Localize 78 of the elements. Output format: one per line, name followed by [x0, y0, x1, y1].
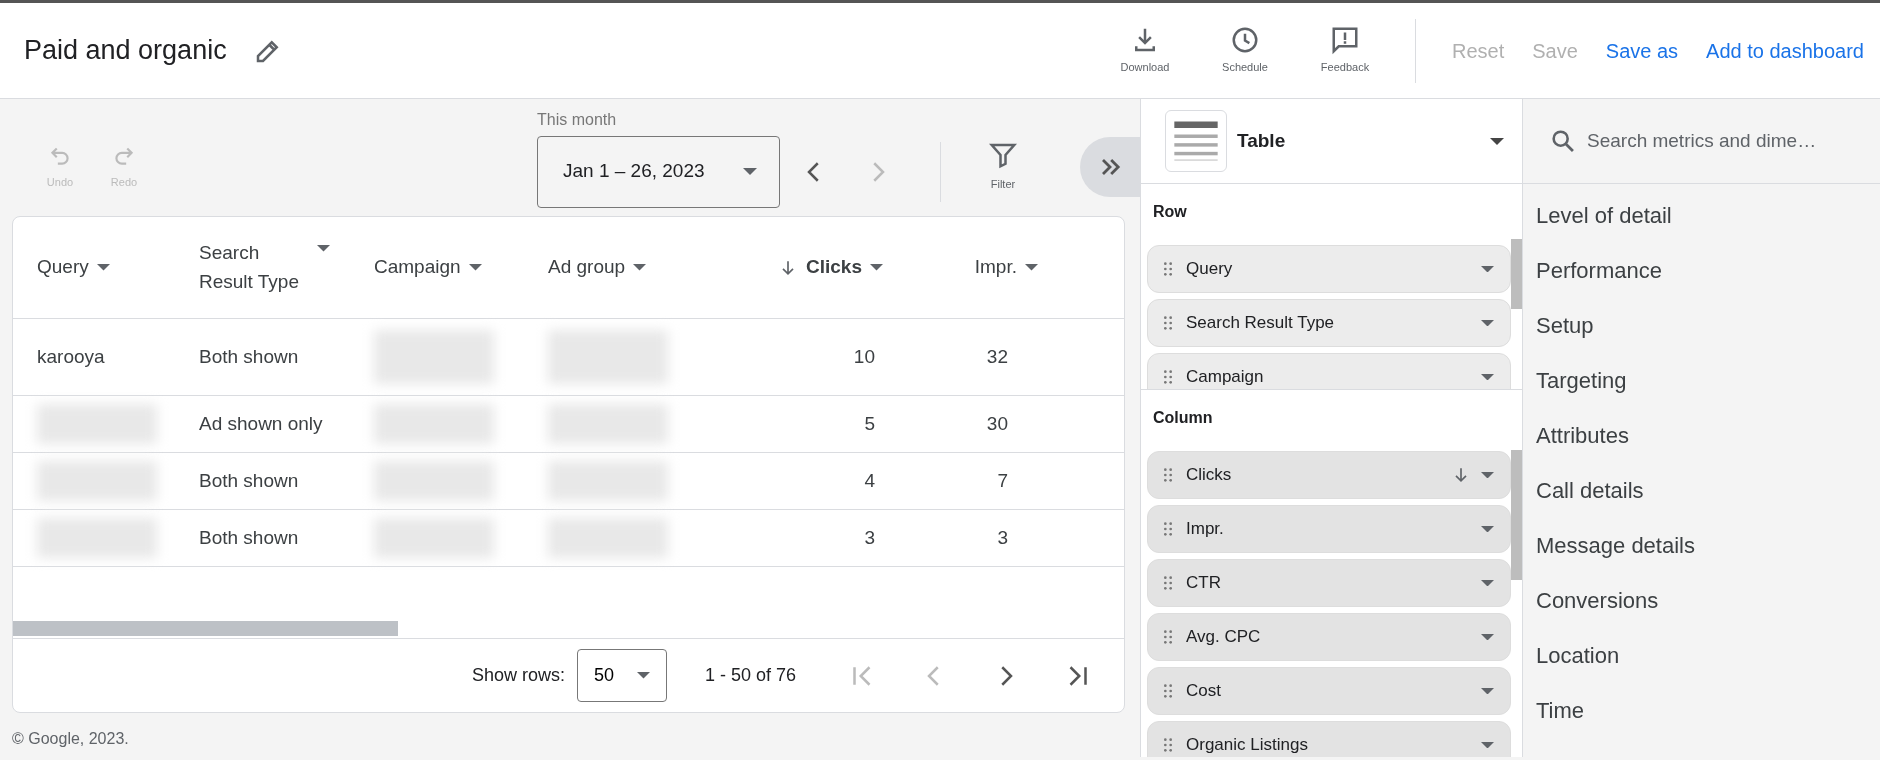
table-cell-text: Both shown — [199, 344, 300, 369]
field-chip[interactable]: Campaign — [1147, 353, 1511, 389]
table-cell-text: karooya — [37, 344, 106, 369]
caret-icon — [1481, 687, 1494, 695]
toolbar-button[interactable]: Feedback — [1295, 25, 1395, 76]
date-range-caption: This month — [537, 109, 618, 130]
category-item[interactable]: Level of detail — [1523, 188, 1880, 243]
chart-type-dropdown[interactable]: Table — [1141, 99, 1522, 184]
caret-icon — [1481, 265, 1494, 273]
category-item[interactable]: Call details — [1523, 463, 1880, 518]
toolbar-button[interactable]: Download — [1095, 25, 1195, 76]
caret-icon — [1481, 579, 1494, 587]
field-chip[interactable]: Query — [1147, 245, 1511, 293]
filter-button[interactable]: Filter — [973, 140, 1033, 193]
section-title: Column — [1152, 408, 1214, 428]
toolbar-button[interactable]: Schedule — [1195, 25, 1295, 76]
table-cell-text: 32 — [985, 344, 1009, 369]
report-title: Paid and organic — [24, 34, 227, 68]
field-chip[interactable]: CTR — [1147, 559, 1511, 607]
table-cell-text: Both shown — [199, 525, 300, 550]
table-cell-text: 5 — [863, 411, 876, 436]
field-chip[interactable]: Clicks — [1147, 451, 1511, 499]
column-header[interactable]: Impr. — [903, 253, 1058, 282]
horizontal-scrollbar[interactable] — [13, 621, 398, 636]
category-item[interactable]: Conversions — [1523, 573, 1880, 628]
dropdown-caret-icon — [317, 245, 330, 252]
column-header[interactable]: Campaign — [374, 253, 548, 282]
field-chip[interactable]: Avg. CPC — [1147, 613, 1511, 661]
category-item[interactable]: Message details — [1523, 518, 1880, 573]
show-rows-label: Show rows: — [471, 664, 565, 687]
section-title: Row — [1152, 202, 1188, 222]
table-cell-text: 10 — [852, 344, 876, 369]
table-cell-text: 30 — [985, 411, 1009, 436]
caret-icon — [1481, 319, 1494, 327]
dropdown-caret-icon — [468, 264, 482, 271]
dropdown-caret-icon — [870, 264, 883, 271]
panel-scrollbar[interactable] — [1511, 450, 1522, 580]
field-chip[interactable]: Organic Listings — [1147, 721, 1511, 757]
table-cell-text: 7 — [996, 468, 1009, 493]
table-cell-text: 4 — [863, 468, 876, 493]
table-cell-text: 3 — [863, 525, 876, 550]
feedback-icon — [1330, 25, 1360, 56]
column-header[interactable]: Ad group — [548, 253, 723, 282]
caret-icon — [1481, 525, 1494, 533]
collapse-panel-button[interactable] — [1080, 136, 1140, 197]
table-cell-text: 3 — [996, 525, 1009, 550]
table-cell-text: Both shown — [199, 468, 300, 493]
caret-icon — [1481, 633, 1494, 641]
copyright-text: © Google, 2023. — [12, 729, 130, 749]
category-item[interactable]: Targeting — [1523, 353, 1880, 408]
dropdown-caret-icon — [1025, 264, 1038, 271]
field-chip[interactable]: Impr. — [1147, 505, 1511, 553]
column-header[interactable]: Search Result Type — [199, 239, 374, 296]
caret-icon — [636, 672, 650, 679]
category-item[interactable]: Attributes — [1523, 408, 1880, 463]
caret-icon — [1490, 137, 1504, 145]
page-range: 1 - 50 of 76 — [704, 664, 796, 687]
caret-icon — [743, 168, 757, 175]
table-cell-text: Ad shown only — [199, 411, 324, 436]
column-header[interactable]: Clicks — [723, 253, 903, 282]
column-header[interactable]: Query — [37, 253, 199, 282]
date-range-dropdown[interactable]: Jan 1 – 26, 2023 — [537, 135, 780, 208]
caret-icon — [1481, 471, 1494, 479]
category-item[interactable]: Time — [1523, 683, 1880, 738]
caret-icon — [1481, 373, 1494, 381]
dropdown-caret-icon — [633, 264, 647, 271]
caret-icon — [1481, 741, 1494, 749]
category-item[interactable]: Setup — [1523, 298, 1880, 353]
field-chip[interactable]: Cost — [1147, 667, 1511, 715]
category-item[interactable]: Location — [1523, 628, 1880, 683]
field-chip[interactable]: Search Result Type — [1147, 299, 1511, 347]
category-item[interactable]: Performance — [1523, 243, 1880, 298]
action-link[interactable]: Add to dashboard — [1692, 35, 1880, 66]
rows-per-page-dropdown[interactable]: 50 — [576, 649, 667, 702]
search-field[interactable]: Search metrics and dime… — [1585, 125, 1880, 157]
action-link[interactable]: Save as — [1591, 35, 1693, 66]
panel-scrollbar[interactable] — [1511, 239, 1522, 309]
dropdown-caret-icon — [96, 264, 110, 271]
